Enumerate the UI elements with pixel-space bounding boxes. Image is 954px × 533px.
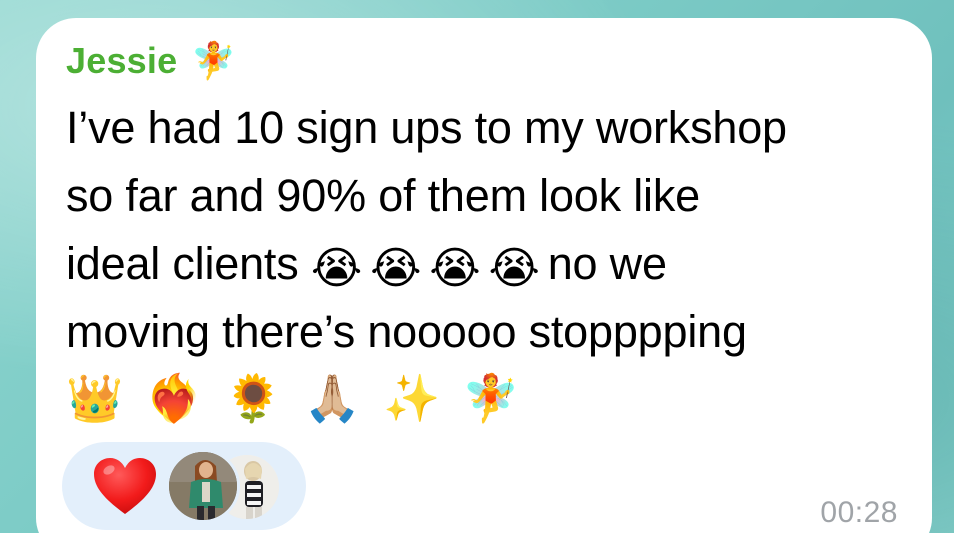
message-line-4: moving there’s nooooo stopppping bbox=[66, 306, 747, 357]
crying-face-emoji-icon: 😭 bbox=[310, 244, 363, 293]
message-line-3: ideal clients 😭 😭 😭 😭 no we bbox=[66, 230, 906, 298]
sunflower-emoji-icon: 🌻 bbox=[224, 372, 282, 424]
fairy-emoji-icon: 🧚 bbox=[191, 40, 237, 81]
crown-emoji-icon: 👑 bbox=[66, 372, 124, 424]
message-bubble[interactable]: Jessie 🧚 I’ve had 10 sign ups to my work… bbox=[36, 18, 932, 533]
folded-hands-emoji-icon: 🙏🏼 bbox=[303, 372, 362, 424]
heart-on-fire-emoji-icon: ❤️‍🔥 bbox=[145, 372, 203, 424]
trailing-emoji-row: 👑 ❤️‍🔥 🌻 🙏🏼 ✨ 🧚 bbox=[66, 368, 520, 428]
message-timestamp: 00:28 bbox=[820, 496, 898, 529]
message-line-3-start: ideal clients bbox=[66, 238, 299, 289]
fairy-emoji-icon: 🧚 bbox=[462, 372, 520, 424]
sparkles-emoji-icon: ✨ bbox=[383, 372, 441, 424]
heart-reaction-icon[interactable] bbox=[92, 456, 158, 516]
message-line-2: so far and 90% of them look like bbox=[66, 170, 700, 221]
sender-row: Jessie 🧚 bbox=[66, 40, 236, 82]
message-line-1: I’ve had 10 sign ups to my workshop bbox=[66, 102, 787, 153]
reactor-avatar-1[interactable] bbox=[166, 449, 240, 523]
crying-face-emoji-icon: 😭 bbox=[488, 244, 540, 293]
crying-face-emoji-icon: 😭 bbox=[370, 244, 422, 293]
message-text: I’ve had 10 sign ups to my workshop so f… bbox=[66, 94, 906, 366]
crying-face-emoji-icon: 😭 bbox=[429, 244, 481, 293]
sender-name[interactable]: Jessie bbox=[66, 40, 177, 82]
reaction-pill[interactable] bbox=[62, 442, 306, 530]
message-line-3-end: no we bbox=[547, 238, 667, 289]
